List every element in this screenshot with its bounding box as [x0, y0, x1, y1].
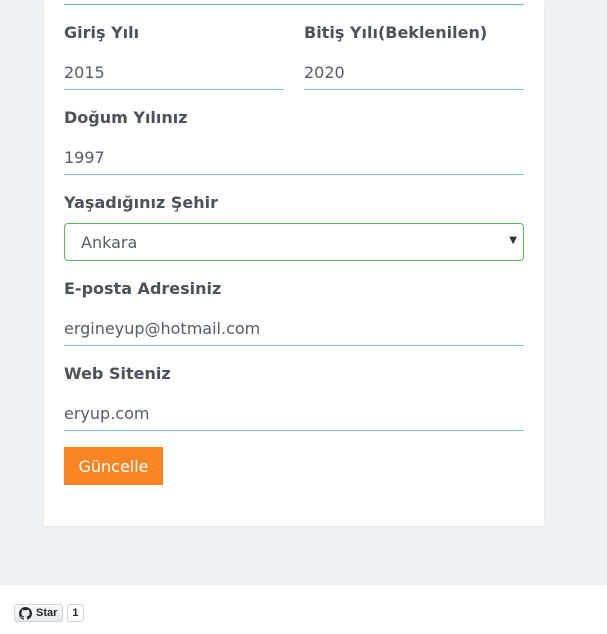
start-year-input[interactable]	[64, 56, 284, 90]
chevron-down-icon: ▼	[509, 235, 517, 246]
city-select[interactable]: Ankara ▼	[64, 223, 524, 261]
email-label: E-posta Adresiniz	[64, 279, 222, 298]
github-star-widget: Star 1	[14, 604, 84, 622]
profile-form: Giriş Yılı Bitiş Yılı(Beklenilen) Doğum …	[44, 0, 544, 526]
city-label: Yaşadığınız Şehir	[64, 193, 219, 212]
website-label: Web Siteniz	[64, 364, 171, 383]
github-star-button[interactable]: Star	[14, 604, 64, 622]
github-star-count[interactable]: 1	[67, 604, 84, 622]
github-icon	[19, 606, 32, 620]
end-year-input[interactable]	[304, 56, 524, 90]
github-star-label: Star	[36, 607, 58, 619]
birth-year-label: Doğum Yılınız	[64, 108, 188, 127]
end-year-label: Bitiş Yılı(Beklenilen)	[304, 23, 488, 42]
birth-year-input[interactable]	[64, 141, 524, 175]
update-button[interactable]: Güncelle	[64, 447, 163, 485]
email-input[interactable]	[64, 312, 524, 346]
start-year-label: Giriş Yılı	[64, 23, 140, 42]
website-input[interactable]	[64, 397, 524, 431]
city-select-value: Ankara	[81, 233, 138, 252]
previous-field-underline	[64, 4, 524, 5]
